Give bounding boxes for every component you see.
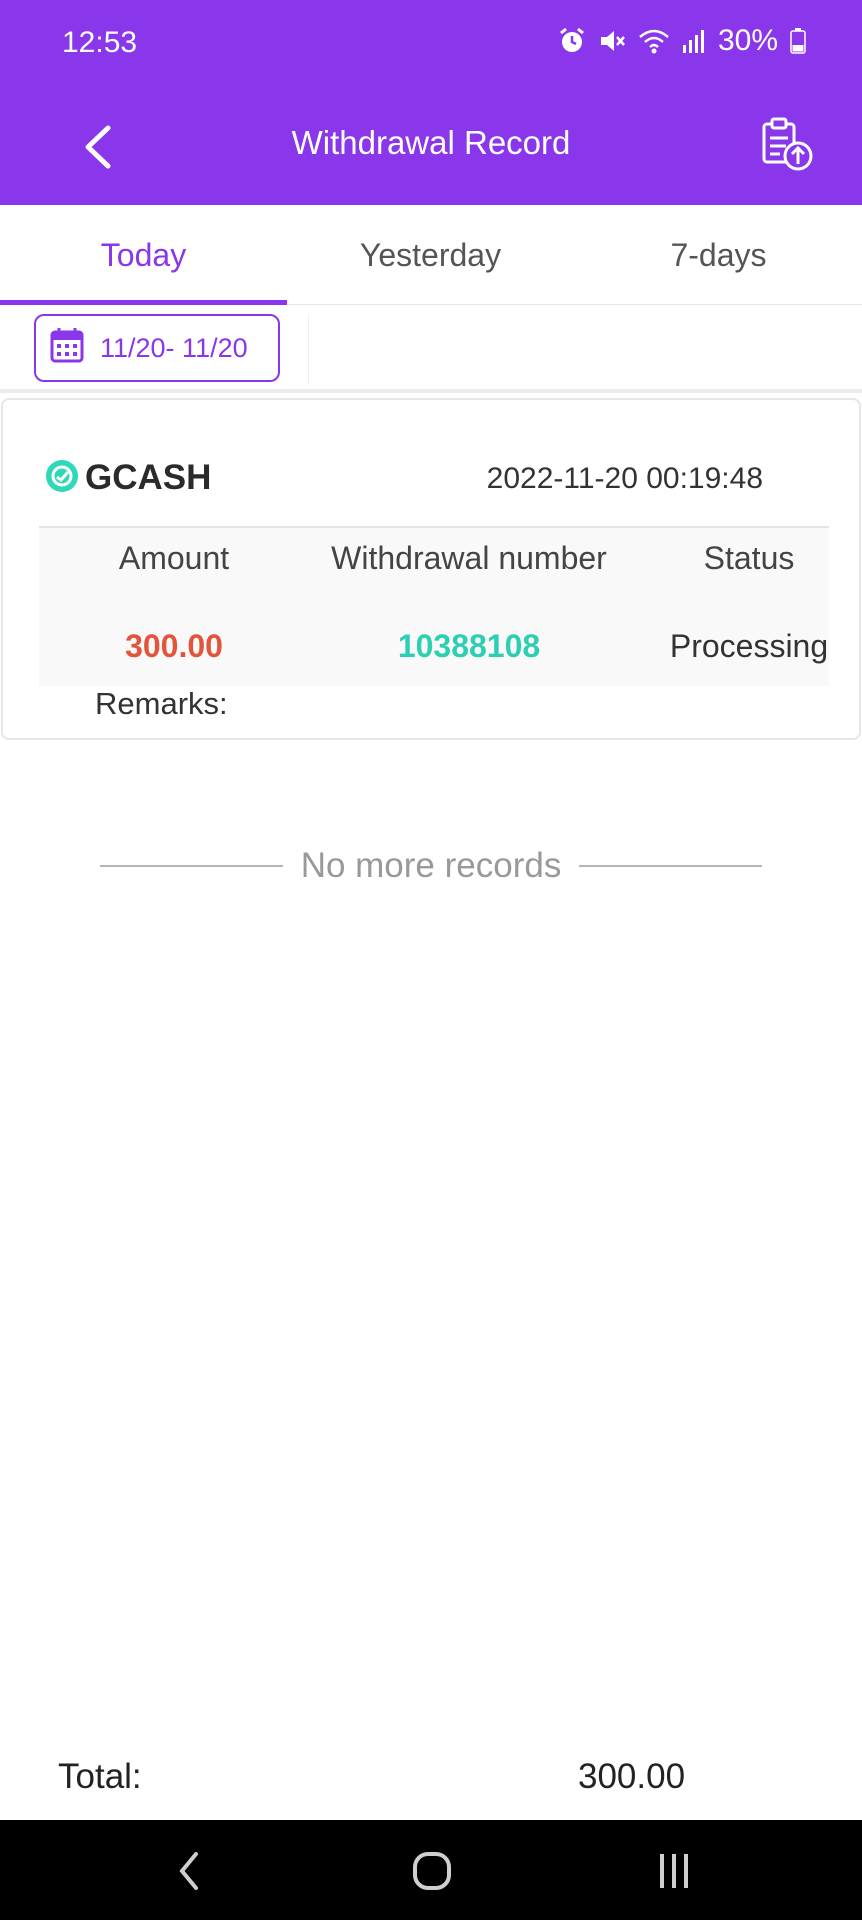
divider-left — [100, 865, 283, 867]
status-header: Status — [703, 540, 795, 576]
recents-nav-icon[interactable] — [644, 1846, 704, 1896]
battery-icon — [790, 27, 806, 55]
no-more-records: No more records — [100, 838, 763, 894]
total-row: Total: 300.00 — [0, 1745, 862, 1815]
page-title: Withdrawal Record — [291, 124, 571, 161]
date-range-label: 11/20- 11/20 — [100, 332, 248, 363]
status-value: Processing — [669, 628, 829, 664]
record-details: Amount Withdrawal number Status 300.00 1… — [39, 526, 829, 686]
payment-method: GCASH — [45, 458, 211, 498]
home-nav-icon[interactable] — [402, 1846, 462, 1896]
record-datetime: 2022-11-20 00:19:48 — [486, 462, 763, 495]
gcash-logo-icon — [45, 459, 79, 498]
mute-icon — [598, 27, 626, 55]
amount-header: Amount — [118, 540, 230, 576]
date-range-button[interactable]: 11/20- 11/20 — [34, 314, 280, 382]
clipboard-upload-icon[interactable] — [758, 116, 816, 174]
withdrawal-record-card[interactable]: GCASH 2022-11-20 00:19:48 Amount Withdra… — [1, 398, 861, 740]
withdrawal-number-value: 10388108 — [397, 628, 541, 664]
app-header: Withdrawal Record — [0, 88, 862, 205]
tab-yesterday[interactable]: Yesterday — [287, 205, 574, 305]
payment-method-name: GCASH — [85, 458, 212, 497]
withdrawal-number-header: Withdrawal number — [331, 540, 607, 576]
tab-7-days[interactable]: 7-days — [575, 205, 862, 305]
tab-today[interactable]: Today — [0, 205, 287, 305]
period-tabs: Today Yesterday 7-days — [0, 205, 862, 305]
divider-right — [579, 865, 763, 867]
calendar-icon — [50, 327, 84, 370]
system-nav-bar — [0, 1820, 862, 1920]
status-bar: 12:53 30% — [0, 0, 862, 88]
date-filter-bar: 11/20- 11/20 — [0, 305, 862, 393]
no-more-records-text: No more records — [300, 846, 562, 885]
signal-icon — [682, 27, 706, 55]
divider — [308, 315, 309, 383]
battery-text: 30% — [717, 24, 778, 57]
total-label: Total: — [58, 1757, 142, 1796]
total-value: 300.00 — [578, 1757, 686, 1796]
back-nav-icon[interactable] — [160, 1846, 220, 1896]
amount-value: 300.00 — [125, 628, 223, 664]
remarks-label: Remarks: — [95, 686, 228, 721]
wifi-icon — [638, 27, 670, 55]
status-time: 12:53 — [62, 26, 138, 59]
alarm-icon — [558, 27, 586, 55]
status-icons: 30% — [558, 24, 806, 58]
